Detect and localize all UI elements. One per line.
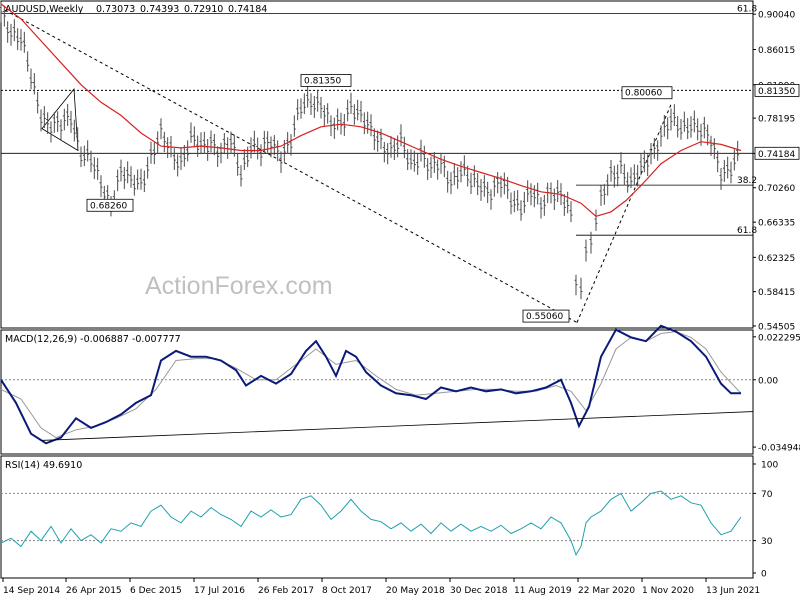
rsi-axis-label: 0 bbox=[761, 570, 767, 580]
x-axis-label: 26 Apr 2015 bbox=[66, 586, 122, 596]
annotation-label: 0.55060 bbox=[526, 312, 563, 322]
fib-label: 38.2 bbox=[737, 176, 757, 186]
current-price-tag-label: 0.74184 bbox=[758, 150, 795, 160]
chart-root: ActionForex.com AUDUSD,Weekly 0.73073 0.… bbox=[0, 0, 800, 600]
price-axis-label: 0.78195 bbox=[758, 115, 795, 125]
price-axis-label: 0.66335 bbox=[758, 219, 795, 229]
x-axis-label: 20 May 2018 bbox=[386, 586, 445, 596]
x-axis-label: 22 Mar 2020 bbox=[578, 586, 635, 596]
x-axis-label: 6 Dec 2015 bbox=[130, 586, 182, 596]
price-axis-label: 0.54505 bbox=[758, 322, 795, 332]
macd-panel-frame bbox=[0, 329, 754, 455]
rsi-axis-label: 30 bbox=[761, 537, 773, 547]
price-panel-frame bbox=[0, 0, 754, 329]
x-axis-label: 11 Aug 2019 bbox=[514, 586, 572, 596]
price-axis-label: 0.70260 bbox=[758, 184, 795, 194]
rsi-axis-label: 70 bbox=[761, 490, 773, 500]
x-axis-label: 17 Jul 2016 bbox=[194, 586, 245, 596]
chart-svg: ActionForex.com AUDUSD,Weekly 0.73073 0.… bbox=[0, 0, 800, 596]
macd-axis-label: 0.022295 bbox=[758, 333, 800, 343]
price-axis-label: 0.90040 bbox=[758, 11, 795, 21]
price-axis-label: 0.58415 bbox=[758, 288, 795, 298]
rsi-title: RSI(14) 49.6910 bbox=[5, 460, 82, 471]
level-price-tag-label: 0.81350 bbox=[758, 87, 795, 97]
fib-label: 61.8 bbox=[737, 226, 757, 236]
rsi-axis-label: 100 bbox=[761, 461, 778, 471]
price-axis-label: 0.86015 bbox=[758, 46, 795, 56]
x-axis-label: 1 Nov 2020 bbox=[642, 586, 694, 596]
price-axis-label: 0.62325 bbox=[758, 254, 795, 264]
x-axis-label: 13 Jun 2021 bbox=[706, 586, 760, 596]
x-axis-label: 30 Dec 2018 bbox=[450, 586, 508, 596]
x-axis-label: 26 Feb 2017 bbox=[258, 586, 314, 596]
annotation-label: 0.81350 bbox=[304, 76, 341, 86]
annotation-label: 0.80060 bbox=[625, 89, 662, 99]
macd-axis-label: 0.00 bbox=[758, 376, 778, 386]
annotation-label: 0.68260 bbox=[90, 201, 127, 211]
x-axis-label: 8 Oct 2017 bbox=[322, 586, 372, 596]
macd-title: MACD(12,26,9) -0.006887 -0.007777 bbox=[5, 334, 181, 345]
x-axis-label: 14 Sep 2014 bbox=[3, 586, 60, 596]
fib-label: 61.8 bbox=[737, 5, 757, 15]
watermark: ActionForex.com bbox=[145, 272, 333, 300]
macd-axis-label: -0.034948 bbox=[758, 444, 800, 454]
rsi-panel-frame bbox=[0, 455, 754, 579]
